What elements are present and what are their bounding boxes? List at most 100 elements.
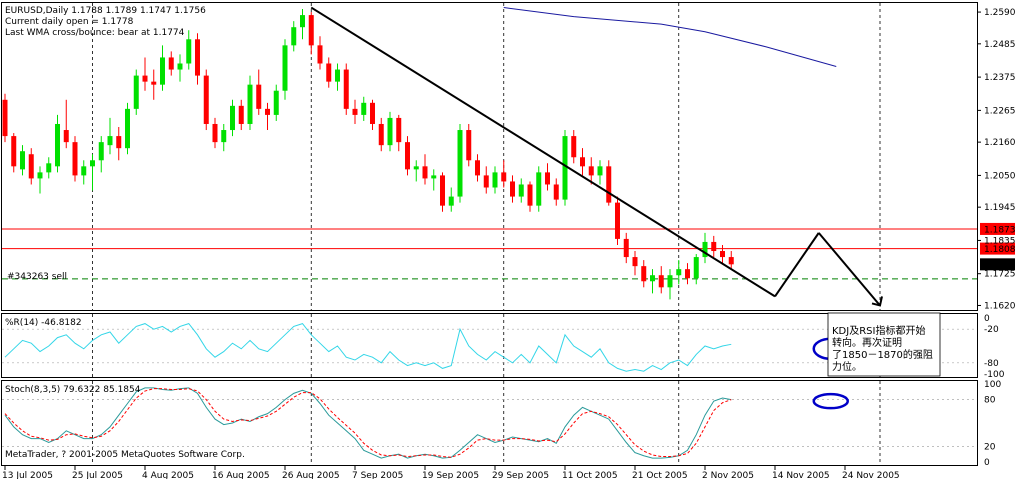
wpr-tick-label: -100	[984, 370, 1005, 380]
candle-body	[273, 90, 279, 115]
candle-body	[247, 84, 253, 124]
candle-body	[72, 142, 78, 176]
time-tick-label: 25 Jul 2005	[72, 471, 123, 479]
candle-body	[685, 269, 690, 279]
time-tick-label: 29 Sep 2005	[492, 471, 549, 479]
stoch-tick-label: 100	[984, 380, 1001, 390]
stoch-tick-label: 20	[984, 442, 996, 452]
candle-body	[571, 136, 577, 158]
candle-body	[676, 269, 682, 276]
price-tick-label: 1.2375	[984, 73, 1016, 83]
time-tick-label: 21 Oct 2005	[632, 471, 688, 479]
candle-body	[160, 57, 165, 85]
candle-body	[527, 184, 533, 206]
price-tick-label: 1.1620	[984, 301, 1016, 311]
time-tick-label: 11 Oct 2005	[562, 471, 618, 479]
header-line-3: Last WMA cross/bounce: bear at 1.1774	[5, 28, 185, 38]
candle-body	[98, 142, 104, 161]
wpr-tick-label: 0	[984, 314, 990, 324]
candle-body	[711, 241, 717, 252]
candle-body	[413, 166, 419, 170]
candle-body	[501, 172, 507, 182]
price-panel-frame	[1, 2, 978, 311]
candle-body	[466, 130, 472, 161]
candle-body	[256, 84, 262, 109]
price-tick-label: 1.2160	[984, 138, 1016, 148]
candle-body	[308, 15, 314, 46]
candle-body	[107, 136, 113, 146]
price-tick-label: 1.2265	[984, 106, 1016, 116]
stoch-tick-label: 0	[984, 458, 990, 468]
price-tick-label: 1.1945	[984, 203, 1016, 213]
candle-body	[221, 130, 227, 143]
candle-body	[55, 123, 60, 167]
time-tick-label: 24 Nov 2005	[842, 471, 900, 479]
candle-body	[343, 69, 349, 109]
candle-body	[230, 105, 235, 131]
candle-body	[650, 275, 655, 282]
stoch-tick-label: 80	[984, 396, 996, 406]
candle-body	[615, 202, 620, 239]
time-tick-label: 14 Nov 2005	[772, 471, 830, 479]
level-price-label: 1.1808	[984, 245, 1016, 255]
candle-body	[90, 160, 95, 167]
candle-body	[720, 251, 725, 258]
wpr-axis: 0-20 -80-100	[984, 314, 1005, 380]
time-tick-label: 4 Aug 2005	[142, 471, 194, 479]
candle-body	[632, 257, 638, 267]
candle-body	[300, 15, 305, 28]
annotation-line-1: KDJ及RSI指标都开始	[832, 324, 925, 337]
candle-body	[212, 123, 218, 143]
time-tick-label: 13 Jul 2005	[2, 471, 53, 479]
candle-body	[142, 75, 148, 82]
candle-body	[28, 154, 34, 179]
wpr-tick-label: -20	[984, 325, 999, 335]
candle-body	[545, 172, 550, 185]
candle-body	[326, 63, 332, 82]
candle-body	[168, 57, 174, 70]
price-tick-label: 1.2050	[984, 171, 1016, 181]
candle-body	[317, 45, 323, 64]
candle-body	[518, 184, 524, 197]
candle-body	[177, 63, 183, 70]
candle-body	[492, 172, 498, 188]
order-label: #343263 sell	[7, 272, 67, 282]
candle-body	[203, 75, 209, 124]
price-tick-label: 1.2590	[984, 8, 1016, 18]
price-tick-label: 1.2485	[984, 40, 1016, 50]
wpr-label: %R(14) -46.8182	[5, 318, 82, 328]
candle-body	[448, 196, 454, 206]
candle-body	[361, 102, 367, 115]
time-tick-label: 16 Aug 2005	[212, 471, 270, 479]
candle-body	[186, 39, 192, 64]
candle-body	[641, 266, 647, 282]
candle-body	[2, 99, 8, 137]
candle-body	[37, 172, 43, 179]
chart-canvas[interactable]: 1.18731.18081.1756 1.25901.24851.23751.2…	[0, 0, 1016, 479]
annotation-line-4: 力位。	[832, 360, 862, 373]
candle-body	[431, 175, 437, 179]
stoch-label: Stoch(8,3,5) 79.6322 85.1854	[5, 385, 141, 395]
candle-body	[335, 69, 340, 82]
candle-body	[536, 172, 542, 206]
candle-body	[370, 102, 375, 124]
candle-body	[282, 45, 288, 91]
candle-body	[116, 136, 122, 149]
candle-body	[440, 175, 445, 206]
candle-body	[46, 163, 52, 173]
header-line-1: EURUSD,Daily 1.1788 1.1789 1.1747 1.1756	[5, 6, 206, 16]
candle-body	[457, 130, 463, 197]
candle-body	[597, 166, 603, 176]
level-price-label: 1.1873	[984, 225, 1016, 235]
candle-body	[352, 108, 358, 115]
candle-body	[81, 166, 87, 176]
time-tick-label: 26 Aug 2005	[282, 471, 340, 479]
candle-body	[658, 275, 664, 288]
candle-body	[510, 181, 515, 197]
candle-body	[291, 27, 297, 46]
time-axis: 13 Jul 2005 25 Jul 2005 4 Aug 2005 16 Aug 2…	[2, 466, 900, 479]
candle-body	[580, 157, 585, 167]
candle-body	[475, 160, 480, 176]
candle-body	[606, 166, 612, 203]
candle-body	[693, 257, 699, 279]
